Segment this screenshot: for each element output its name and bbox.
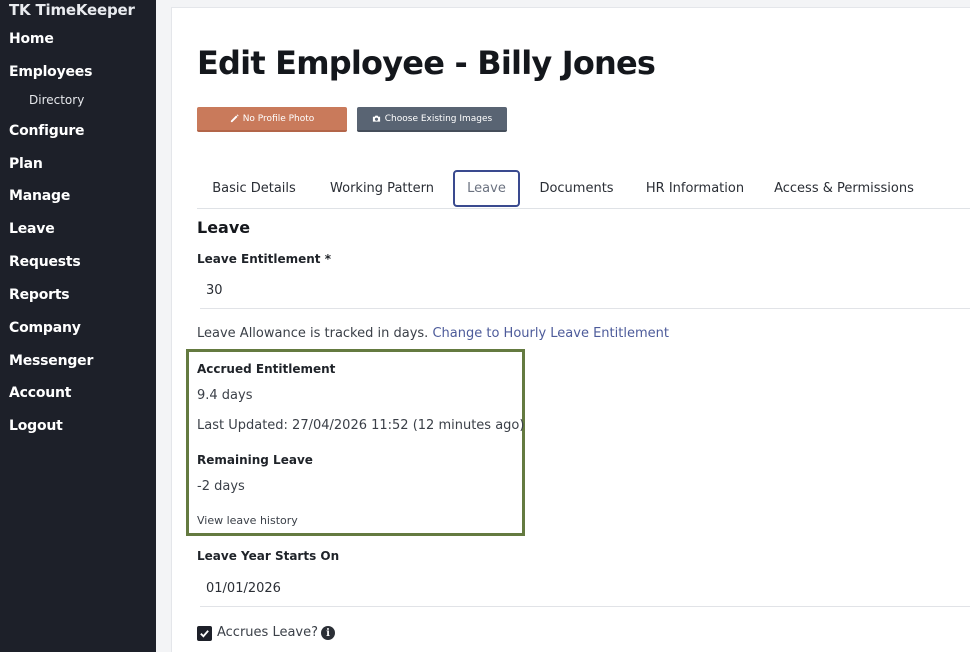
remaining-leave-label: Remaining Leave [197,453,313,467]
pencil-icon [230,114,239,123]
page-title: Edit Employee - Billy Jones [197,44,656,82]
remaining-leave-value: -2 days [197,479,245,494]
sidebar-item-home[interactable]: Home [9,31,54,47]
section-title: Leave [197,218,251,237]
sidebar-item-requests[interactable]: Requests [9,254,81,270]
sidebar-item-account[interactable]: Account [9,385,71,401]
brand-logo[interactable]: TK TimeKeeper [9,1,135,19]
accrued-entitlement-value: 9.4 days [197,388,253,403]
choose-existing-images-button[interactable]: Choose Existing Images [357,107,507,132]
accrues-leave-label: Accrues Leave? [217,625,319,640]
view-leave-history-link[interactable]: View leave history [197,514,298,527]
sidebar-item-manage[interactable]: Manage [9,188,70,204]
camera-icon [372,115,380,122]
info-icon[interactable]: i [321,626,335,640]
accrues-leave-checkbox[interactable] [197,626,212,641]
sidebar-item-configure[interactable]: Configure [9,123,85,139]
tab-bar: Basic Details Working Pattern Leave Docu… [197,170,970,209]
sidebar-item-plan[interactable]: Plan [9,156,43,172]
sidebar-item-company[interactable]: Company [9,320,81,336]
sidebar: TK TimeKeeper Home Employees Directory C… [0,0,156,652]
tracked-text: Leave Allowance is tracked in days. [197,326,429,341]
tab-leave[interactable]: Leave [453,170,520,207]
leave-entitlement-label: Leave Entitlement * [197,252,331,266]
accrual-summary-box [186,349,525,536]
tab-hr-information[interactable]: HR Information [639,170,751,207]
sidebar-item-leave[interactable]: Leave [9,221,55,237]
tracked-info: Leave Allowance is tracked in days. Chan… [197,326,669,341]
tab-basic-details[interactable]: Basic Details [203,170,305,207]
change-to-hourly-link[interactable]: Change to Hourly Leave Entitlement [432,326,669,341]
sidebar-item-reports[interactable]: Reports [9,287,70,303]
no-profile-photo-button[interactable]: No Profile Photo [197,107,347,132]
sidebar-item-employees[interactable]: Employees [9,64,92,80]
tab-access-permissions[interactable]: Access & Permissions [769,170,919,207]
leave-year-start-input[interactable] [200,571,970,607]
leave-year-start-label: Leave Year Starts On [197,549,340,563]
sidebar-item-directory[interactable]: Directory [29,93,84,107]
tab-working-pattern[interactable]: Working Pattern [320,170,444,207]
last-updated-text: Last Updated: 27/04/2026 11:52 (12 minut… [197,418,525,433]
sidebar-item-logout[interactable]: Logout [9,418,63,434]
checkmark-icon [200,630,209,638]
choose-existing-images-label: Choose Existing Images [384,113,493,124]
no-profile-photo-label: No Profile Photo [242,113,315,124]
accrued-entitlement-label: Accrued Entitlement [197,362,336,376]
leave-entitlement-input[interactable] [200,273,970,309]
sidebar-item-messenger[interactable]: Messenger [9,353,93,369]
tab-documents[interactable]: Documents [530,170,623,207]
